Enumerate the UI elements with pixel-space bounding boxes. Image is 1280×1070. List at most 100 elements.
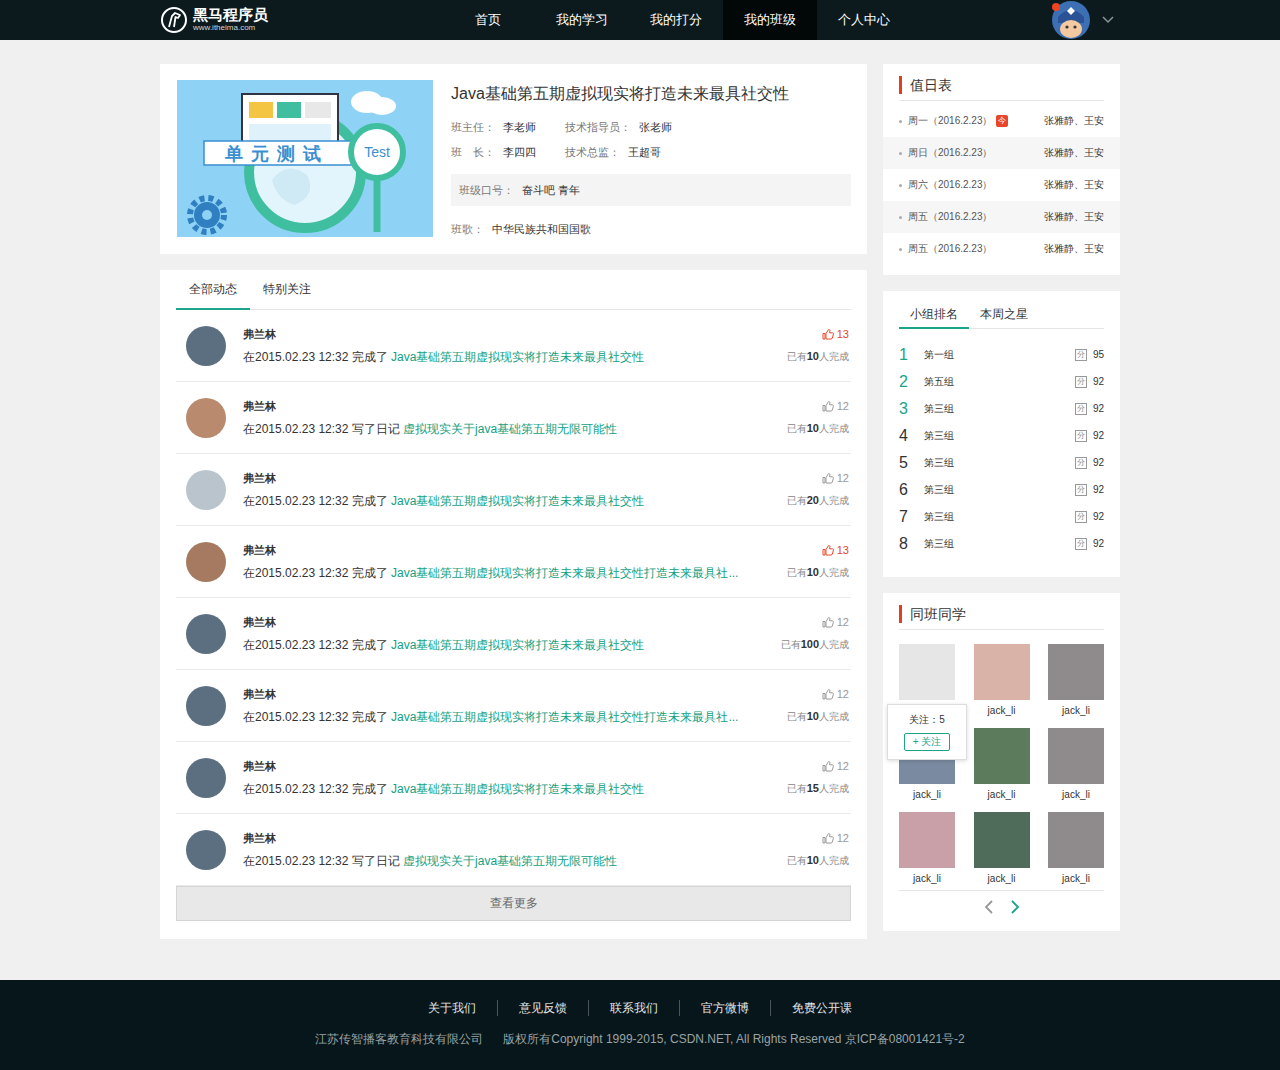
user-avatar[interactable] (186, 614, 226, 654)
feed-tab[interactable]: 全部动态 (176, 270, 250, 310)
nav-item[interactable]: 首页 (441, 0, 535, 40)
footer-link[interactable]: 免费公开课 (770, 1000, 873, 1016)
user-avatar[interactable] (186, 326, 226, 366)
classmate-photo[interactable] (1048, 812, 1104, 868)
user-avatar[interactable] (186, 470, 226, 510)
user-name[interactable]: 弗兰林 (243, 830, 765, 846)
score-icon: 分 (1075, 376, 1087, 388)
classmate-photo[interactable] (974, 728, 1030, 784)
completion-count: 已有15人完成 (765, 782, 849, 796)
duty-row: 周五（2016.2.23）张雅静、王安 (883, 201, 1120, 233)
like-button[interactable]: 12 (765, 616, 849, 628)
like-button[interactable]: 13 (765, 328, 849, 340)
footer-link[interactable]: 关于我们 (407, 1000, 497, 1016)
footer-link[interactable]: 联系我们 (588, 1000, 679, 1016)
ranking-tab[interactable]: 本周之星 (969, 301, 1039, 329)
feed-item: 弗兰林在2015.02.23 12:32 完成了 Java基础第五期虚拟现实将打… (176, 310, 851, 382)
like-button[interactable]: 12 (765, 760, 849, 772)
classmate-photo[interactable] (1048, 644, 1104, 700)
user-menu[interactable] (1052, 1, 1120, 39)
nav-item[interactable]: 我的学习 (535, 0, 629, 40)
caret-down-icon (1102, 16, 1114, 24)
feed-text: 在2015.02.23 12:32 写了日记 虚拟现实关于java基础第五期无限… (243, 421, 765, 437)
logo[interactable]: 黑马程序员www.itheima.com (160, 6, 441, 34)
today-badge: 今 (996, 115, 1008, 127)
feed-link[interactable]: Java基础第五期虚拟现实将打造未来最具社交性 (391, 494, 644, 508)
feed-link[interactable]: Java基础第五期虚拟现实将打造未来最具社交性 (391, 782, 644, 796)
user-avatar[interactable] (186, 758, 226, 798)
chevron-right-icon[interactable] (1010, 900, 1020, 914)
classmates-title: 同班同学 (899, 605, 1104, 623)
classmate-photo[interactable] (1048, 728, 1104, 784)
classmate[interactable]: jack_li (1048, 812, 1104, 886)
thumbs-up-icon (822, 544, 834, 556)
classmate[interactable]: jack_li (1048, 644, 1104, 718)
nav-item[interactable]: 我的打分 (629, 0, 723, 40)
thumbs-up-icon (822, 760, 834, 772)
user-name[interactable]: 弗兰林 (243, 686, 765, 702)
classmate[interactable]: jack_li (974, 728, 1030, 802)
user-avatar[interactable] (186, 686, 226, 726)
like-button[interactable]: 12 (765, 400, 849, 412)
user-avatar[interactable] (186, 542, 226, 582)
banner-title: 单元测试 (224, 144, 329, 164)
user-name[interactable]: 弗兰林 (243, 470, 765, 486)
user-name[interactable]: 弗兰林 (243, 758, 765, 774)
rank-row: 8第三组分92 (899, 530, 1104, 557)
load-more-button[interactable]: 查看更多 (176, 886, 851, 921)
completion-count: 已有20人完成 (765, 494, 849, 508)
user-name[interactable]: 弗兰林 (243, 542, 765, 558)
classmate-photo[interactable] (899, 812, 955, 868)
classmate-photo[interactable] (899, 644, 955, 700)
class-title: Java基础第五期虚拟现实将打造未来最具社交性 (451, 82, 851, 106)
chevron-left-icon[interactable] (984, 900, 994, 914)
classmate-name: jack_li (974, 788, 1030, 802)
like-button[interactable]: 13 (765, 544, 849, 556)
classmate[interactable]: jack_li (899, 812, 955, 886)
feed-link[interactable]: Java基础第五期虚拟现实将打造未来最具社交性 (391, 638, 644, 652)
main-nav: 首页我的学习我的打分我的班级个人中心 (441, 0, 911, 40)
feed-item: 弗兰林在2015.02.23 12:32 完成了 Java基础第五期虚拟现实将打… (176, 742, 851, 814)
user-name[interactable]: 弗兰林 (243, 614, 765, 630)
user-name[interactable]: 弗兰林 (243, 326, 765, 342)
completion-count: 已有100人完成 (765, 638, 849, 652)
rank-row: 3第三组分92 (899, 395, 1104, 422)
classmate[interactable]: 关注：5+ 关注 (899, 644, 955, 718)
ranking-tab[interactable]: 小组排名 (899, 301, 969, 329)
user-name[interactable]: 弗兰林 (243, 398, 765, 414)
score-icon: 分 (1075, 457, 1087, 469)
feed-link[interactable]: 虚拟现实关于java基础第五期无限可能性 (403, 422, 617, 436)
classmate[interactable]: jack_li (974, 644, 1030, 718)
footer-link[interactable]: 意见反馈 (497, 1000, 588, 1016)
bullet-dot (899, 152, 902, 155)
thumbs-up-icon (822, 328, 834, 340)
classmate-photo[interactable] (974, 812, 1030, 868)
duty-schedule: 值日表周一（2016.2.23）今张雅静、王安周日（2016.2.23）张雅静、… (883, 64, 1120, 275)
user-avatar[interactable] (186, 830, 226, 870)
feed-tabs: 全部动态特别关注 (176, 270, 851, 310)
like-button[interactable]: 12 (765, 472, 849, 484)
thumbs-up-icon (822, 616, 834, 628)
nav-item[interactable]: 个人中心 (817, 0, 911, 40)
nav-item[interactable]: 我的班级 (723, 0, 817, 40)
follow-button[interactable]: + 关注 (904, 733, 951, 751)
feed-tab[interactable]: 特别关注 (250, 270, 324, 310)
classmate[interactable]: jack_li (974, 812, 1030, 886)
feed-link[interactable]: Java基础第五期虚拟现实将打造未来最具社交性 (391, 350, 644, 364)
rank-row: 1第一组分95 (899, 341, 1104, 368)
feed-link[interactable]: Java基础第五期虚拟现实将打造未来最具社交性打造未来最具社... (391, 710, 738, 724)
user-avatar[interactable] (186, 398, 226, 438)
feed-link[interactable]: Java基础第五期虚拟现实将打造未来最具社交性打造未来最具社... (391, 566, 738, 580)
score-icon: 分 (1075, 484, 1087, 496)
staff-field: 班主任：李老师 (451, 118, 565, 136)
like-button[interactable]: 12 (765, 688, 849, 700)
gear-icon (190, 198, 224, 232)
classmate-photo[interactable] (974, 644, 1030, 700)
classmate[interactable]: jack_li (1048, 728, 1104, 802)
like-button[interactable]: 12 (765, 832, 849, 844)
like-count: 12 (837, 616, 849, 628)
rank-row: 5第三组分92 (899, 449, 1104, 476)
feed-link[interactable]: 虚拟现实关于java基础第五期无限可能性 (403, 854, 617, 868)
footer-link[interactable]: 官方微博 (679, 1000, 770, 1016)
top-bar: 黑马程序员www.itheima.com首页我的学习我的打分我的班级个人中心 (0, 0, 1280, 40)
